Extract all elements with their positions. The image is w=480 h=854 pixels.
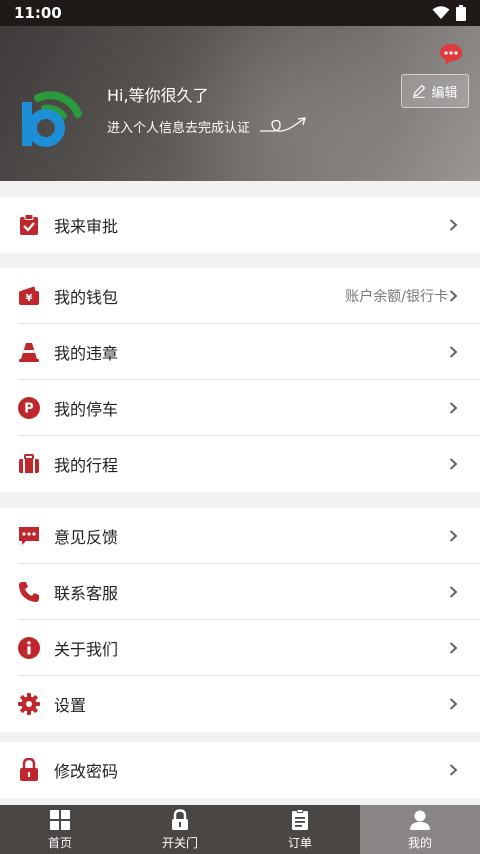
grid-icon (50, 809, 70, 830)
menu-item-approval[interactable]: 我来审批 (0, 197, 480, 253)
menu-item-about[interactable]: 关于我们 (0, 620, 480, 676)
message-icon[interactable] (438, 42, 464, 66)
status-time: 11:00 (14, 4, 62, 22)
traffic-cone-icon (18, 341, 40, 363)
menu-item-parking[interactable]: P 我的停车 (0, 380, 480, 436)
tab-orders[interactable]: 订单 (240, 805, 360, 854)
menu-item-violations[interactable]: 我的违章 (0, 324, 480, 380)
parking-icon: P (18, 397, 40, 419)
lock-icon (18, 758, 40, 781)
svg-text:¥: ¥ (26, 293, 33, 304)
menu-item-label: 联系客服 (54, 584, 119, 603)
menu-item-label: 意见反馈 (54, 528, 119, 547)
gear-icon (18, 693, 40, 715)
menu-group-support: 意见反馈 联系客服 关于我们 设置 (0, 508, 480, 732)
lock-icon (172, 808, 188, 830)
menu-item-trips[interactable]: 我的行程 (0, 436, 480, 492)
menu-item-label: 我的钱包 (54, 288, 119, 307)
wallet-detail: 账户余额/银行卡 (345, 289, 448, 305)
chevron-right-icon (449, 458, 458, 470)
chevron-right-icon (449, 219, 458, 231)
pencil-icon (413, 84, 426, 98)
tab-home[interactable]: 首页 (0, 805, 120, 854)
chevron-right-icon (449, 642, 458, 654)
person-icon (410, 810, 430, 830)
menu-item-customer-service[interactable]: 联系客服 (0, 564, 480, 620)
chevron-right-icon (449, 290, 458, 302)
chevron-right-icon (449, 530, 458, 542)
chevron-right-icon (449, 698, 458, 710)
suitcase-icon (18, 453, 40, 475)
status-bar: 11:00 (0, 0, 480, 26)
menu-item-wallet[interactable]: ¥ 我的钱包 账户余额/银行卡 (0, 268, 480, 324)
clipboard-check-icon (18, 214, 40, 236)
menu-group-personal: ¥ 我的钱包 账户余额/银行卡 我的违章 P 我的停车 我的行程 (0, 268, 480, 492)
tab-mine[interactable]: 我的 (360, 805, 480, 854)
menu-item-feedback[interactable]: 意见反馈 (0, 508, 480, 564)
menu-item-settings[interactable]: 设置 (0, 676, 480, 732)
status-icons (432, 5, 466, 21)
info-icon (18, 637, 40, 659)
feedback-icon (18, 525, 40, 547)
arrow-doodle-icon (260, 117, 306, 132)
app-logo (22, 91, 82, 147)
phone-icon (18, 581, 40, 603)
menu-group-security: 修改密码 (0, 742, 480, 798)
greeting-text: Hi,等你很久了 (107, 86, 209, 105)
menu-item-label: 设置 (54, 696, 87, 715)
chevron-right-icon (449, 586, 458, 598)
document-icon (292, 808, 308, 830)
bottom-tab-bar: 首页 开关门 订单 我的 (0, 805, 480, 854)
menu-item-label: 我的违章 (54, 344, 119, 363)
tab-label: 订单 (287, 835, 312, 850)
chevron-right-icon (449, 764, 458, 776)
menu-item-label: 关于我们 (54, 640, 119, 659)
edit-label: 编辑 (431, 85, 458, 101)
wallet-icon: ¥ (18, 285, 40, 307)
auth-prompt[interactable]: 进入个人信息去完成认证 (107, 115, 310, 137)
menu-item-label: 我的停车 (54, 400, 119, 419)
chevron-right-icon (449, 402, 458, 414)
tab-door-control[interactable]: 开关门 (120, 805, 240, 854)
menu-item-label: 修改密码 (54, 762, 119, 781)
menu-item-change-password[interactable]: 修改密码 (0, 742, 480, 798)
menu-item-label: 我的行程 (54, 456, 119, 475)
auth-prompt-text: 进入个人信息去完成认证 (107, 120, 251, 136)
battery-icon (456, 5, 466, 21)
menu-item-label: 我来审批 (54, 217, 119, 236)
profile-header: Hi,等你很久了 进入个人信息去完成认证 编辑 (0, 26, 480, 181)
tab-label: 我的 (407, 835, 432, 850)
edit-profile-button[interactable]: 编辑 (401, 74, 469, 108)
tab-label: 开关门 (161, 835, 198, 850)
chevron-right-icon (449, 346, 458, 358)
wifi-icon (432, 6, 450, 19)
svg-text:P: P (24, 402, 33, 417)
menu-group-approval: 我来审批 (0, 197, 480, 253)
tab-label: 首页 (47, 835, 72, 850)
